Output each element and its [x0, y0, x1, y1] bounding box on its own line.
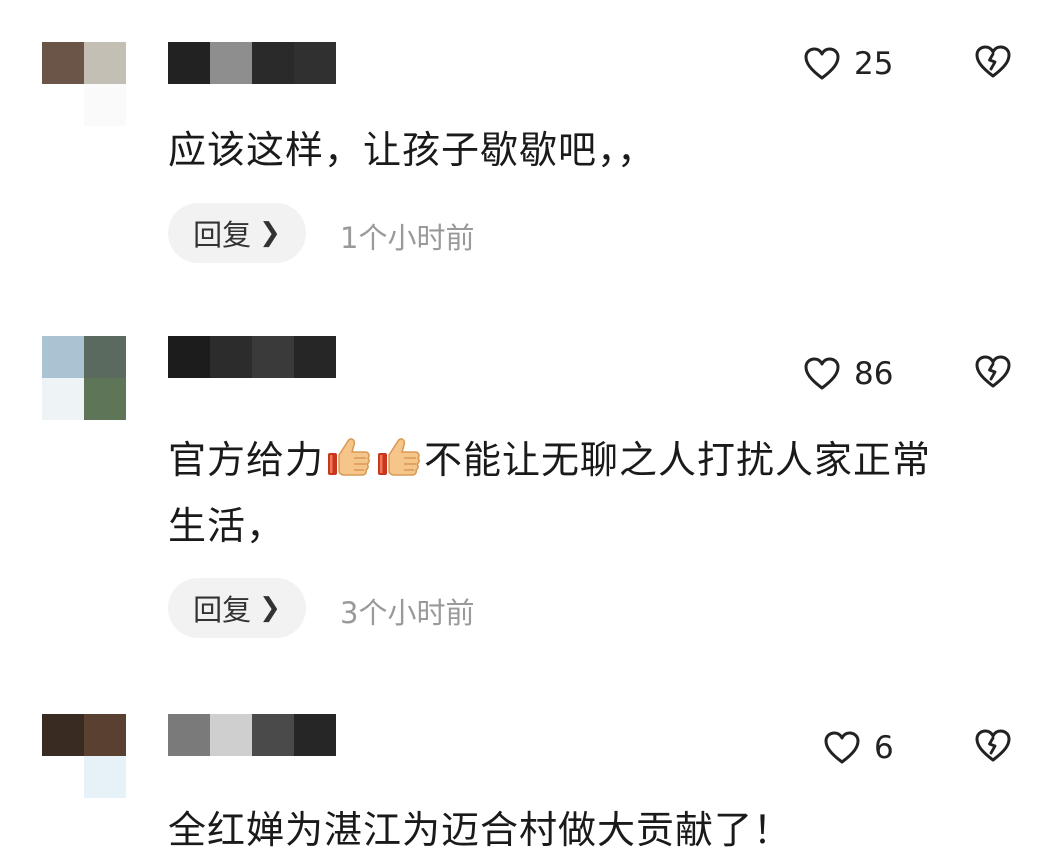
- like-button[interactable]: 25: [804, 42, 893, 86]
- avatar[interactable]: [42, 42, 126, 126]
- heart-icon: [804, 357, 840, 390]
- like-button[interactable]: 86: [804, 352, 893, 396]
- like-count: 6: [874, 730, 894, 766]
- thumbs-up-icon: [376, 433, 422, 496]
- comment-time: 1个小时前: [340, 221, 475, 255]
- broken-heart-icon: [975, 45, 1011, 78]
- avatar[interactable]: [42, 336, 126, 420]
- dislike-button[interactable]: [975, 45, 1011, 83]
- like-count: 25: [854, 46, 894, 82]
- chevron-right-icon: ❯: [259, 593, 281, 623]
- dislike-button[interactable]: [975, 355, 1011, 393]
- comment-text: 全红婵为湛江为迈合村做大贡献了！: [168, 808, 793, 852]
- thumbs-up-icon: [326, 433, 372, 496]
- username-pixelated[interactable]: [168, 336, 336, 378]
- username-pixelated[interactable]: [168, 42, 336, 84]
- like-button[interactable]: 6: [824, 726, 894, 770]
- comment-time: 3个小时前: [340, 596, 475, 630]
- avatar[interactable]: [42, 714, 126, 798]
- broken-heart-icon: [975, 355, 1011, 388]
- heart-icon: [824, 731, 860, 764]
- comment-text: 官方给力 不能让无聊之人打扰人家正常 生活，: [168, 430, 1028, 556]
- broken-heart-icon: [975, 729, 1011, 762]
- reply-button[interactable]: 回复 ❯: [168, 578, 306, 638]
- comment-text: 应该这样，让孩子歇歇吧，，: [168, 128, 657, 172]
- like-count: 86: [854, 356, 894, 392]
- reply-label: 回复: [193, 218, 252, 252]
- username-pixelated[interactable]: [168, 714, 336, 756]
- reply-label: 回复: [193, 593, 252, 627]
- heart-icon: [804, 47, 840, 80]
- comment-text-line: 生活，: [168, 504, 286, 548]
- comment-text-part: 官方给力: [168, 438, 325, 482]
- dislike-button[interactable]: [975, 729, 1011, 767]
- comment-text-part: 不能让无聊之人打扰人家正常: [424, 438, 932, 482]
- chevron-right-icon: ❯: [259, 218, 281, 248]
- reply-button[interactable]: 回复 ❯: [168, 203, 306, 263]
